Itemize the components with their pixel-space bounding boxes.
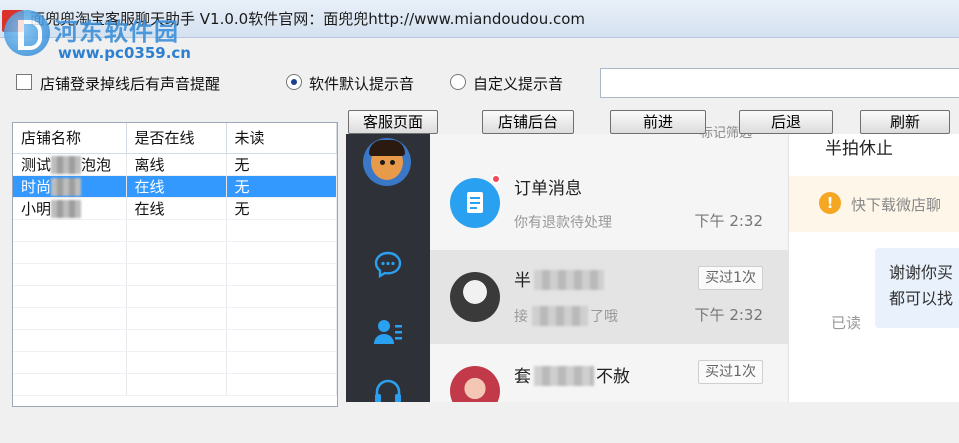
conversation-item-order[interactable]: 订单消息 你有退款待处理 下午 2:32 [430,156,789,250]
my-avatar[interactable] [363,138,411,186]
contacts-icon[interactable] [372,316,404,348]
table-row [13,373,337,396]
table-row [13,329,337,352]
message-line: 都可以找 [889,289,954,308]
table-row [13,351,337,374]
custom-tone-path-input[interactable] [600,68,959,98]
column-header-online[interactable]: 是否在线 [126,123,227,154]
conversation-list: 订单消息 你有退款待处理 下午 2:32 半 买过1次 接 了哦 下午 2:32… [430,134,789,402]
column-header-unread[interactable]: 未读 [226,123,337,154]
forward-button[interactable]: 前进 [610,110,706,134]
shop-name: 小明 [21,199,52,218]
customer-avatar [450,272,500,322]
shop-list: 店铺名称 是否在线 未读 测试 泡泡 离线 无 时尚 在线 无 小明 在线 无 [12,122,338,407]
message-line: 谢谢你买 [889,263,954,282]
default-tone-radio[interactable] [286,74,302,90]
unread-count: 无 [226,153,337,176]
table-row[interactable]: 测试 泡泡 离线 无 [13,153,337,176]
app-window: 面兜兜淘宝客服聊天助手 V1.0.0软件官网：面兜兜http://www.mia… [0,0,959,443]
table-row [13,241,337,264]
chat-bubble-icon[interactable] [372,248,404,280]
table-row [13,307,337,330]
default-tone-label: 软件默认提示音 [309,75,415,93]
download-notice-bar[interactable]: ! 快下载微店聊 [789,176,959,232]
shop-backend-button[interactable]: 店铺后台 [482,110,574,134]
conversation-name: 套 [514,367,531,387]
conversation-item-customer[interactable]: 套 不赦 买过1次 [430,344,789,402]
online-status: 离线 [126,153,227,176]
read-receipt: 已读 [831,314,862,332]
shop-table: 店铺名称 是否在线 未读 测试 泡泡 离线 无 时尚 在线 无 小明 在线 无 [13,123,337,396]
customer-avatar [450,366,500,402]
conversation-preview-suffix: 了哦 [590,309,618,325]
conversation-name: 半 [514,271,531,291]
download-notice-text: 快下载微店聊 [851,196,942,214]
watermark-site-url: www.pc0359.cn [58,44,191,62]
table-row[interactable]: 小明 在线 无 [13,197,337,220]
conversation-preview: 你有退款待处理 [514,215,612,231]
embedded-browser: 订单消息 你有退款待处理 下午 2:32 半 买过1次 接 了哦 下午 2:32… [346,134,959,402]
column-header-shop-name[interactable]: 店铺名称 [13,123,127,154]
chat-nav-sidebar [346,134,430,402]
redacted-text [51,200,82,218]
table-row [13,263,337,286]
chat-pane: 半拍休止 ! 快下载微店聊 谢谢你买 都可以找 已读 [789,134,959,402]
conversation-time: 下午 2:32 [694,306,763,324]
shop-name-suffix: 泡泡 [81,155,112,174]
offline-sound-label: 店铺登录掉线后有声音提醒 [40,75,221,93]
window-title: 面兜兜淘宝客服聊天助手 V1.0.0软件官网：面兜兜http://www.mia… [30,10,586,28]
unread-dot [491,174,501,184]
online-status: 在线 [126,197,227,220]
online-status: 在线 [126,175,227,198]
purchase-count-tag: 买过1次 [698,360,763,384]
table-row [13,285,337,308]
conversation-item-customer[interactable]: 半 买过1次 接 了哦 下午 2:32 [430,250,789,344]
unread-count: 无 [226,175,337,198]
message-bubble: 谢谢你买 都可以找 [875,248,959,328]
shop-name: 时尚 [21,177,52,196]
refresh-button[interactable]: 刷新 [860,110,950,134]
order-message-icon [450,178,500,228]
options-row: 店铺登录掉线后有声音提醒 软件默认提示音 自定义提示音 [0,64,959,102]
table-row[interactable]: 时尚 在线 无 [13,175,337,198]
offline-sound-checkbox[interactable] [16,74,32,90]
unread-count: 无 [226,197,337,220]
headset-icon[interactable] [372,376,404,402]
custom-tone-label: 自定义提示音 [473,75,564,93]
custom-tone-radio[interactable] [450,74,466,90]
conversation-name: 订单消息 [514,179,582,199]
service-page-button[interactable]: 客服页面 [348,110,438,134]
purchase-count-tag: 买过1次 [698,266,763,290]
redacted-text [534,270,604,290]
conversation-preview: 接 [514,309,528,325]
conversation-name-suffix: 不赦 [596,367,630,387]
back-button[interactable]: 后退 [739,110,833,134]
table-row [13,219,337,242]
app-icon [2,10,24,32]
warning-icon: ! [819,192,841,214]
redacted-text [534,366,594,386]
conversation-time: 下午 2:32 [694,212,763,230]
chat-contact-name: 半拍休止 [825,139,893,159]
redacted-text [532,306,588,326]
shop-name: 测试 [21,155,52,174]
redacted-text [51,178,82,196]
title-bar: 面兜兜淘宝客服聊天助手 V1.0.0软件官网：面兜兜http://www.mia… [0,0,959,38]
redacted-text [51,156,82,174]
